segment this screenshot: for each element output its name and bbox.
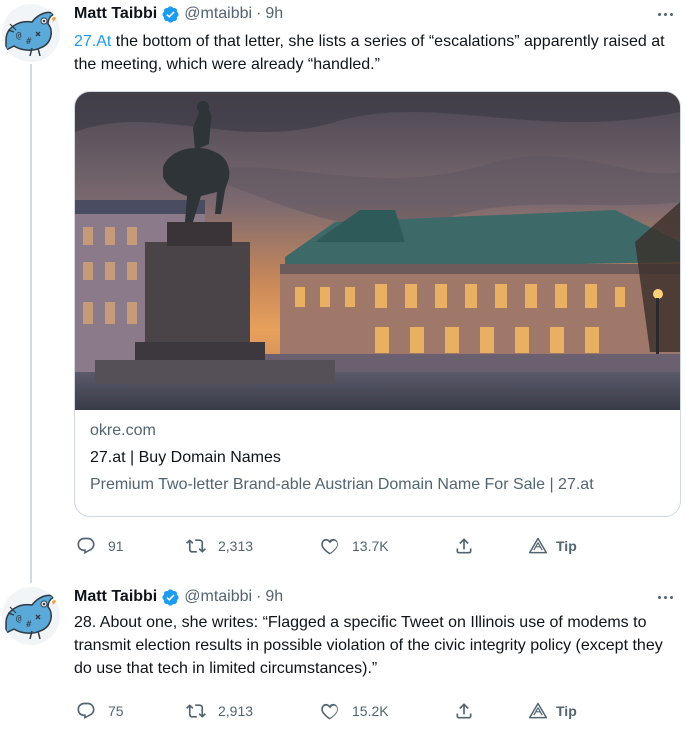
reply-icon <box>77 537 95 555</box>
more-icon[interactable] <box>653 587 677 607</box>
tweet-time[interactable]: 9h <box>265 588 283 606</box>
action-bar: 91 2,313 13.7K Tip <box>74 534 674 558</box>
thread-line <box>30 64 32 575</box>
card-title: 27.at | Buy Domain Names <box>90 449 281 466</box>
retweet-icon <box>186 539 206 553</box>
tip-button[interactable]: Tip <box>528 699 577 723</box>
tweet-link[interactable]: 27.At <box>74 33 111 50</box>
share-button[interactable] <box>454 534 474 558</box>
reply-icon <box>77 702 95 720</box>
tip-icon <box>528 537 548 554</box>
author-name[interactable]: Matt Taibbi <box>74 588 157 606</box>
card-domain: okre.com <box>90 422 156 439</box>
like-button[interactable]: 13.7K <box>320 534 389 558</box>
tweet-text-body: the bottom of that letter, she lists a s… <box>74 33 665 73</box>
reply-button[interactable]: 91 <box>76 534 124 558</box>
more-icon[interactable] <box>653 4 677 24</box>
tweet-time[interactable]: 9h <box>265 5 283 23</box>
like-button[interactable]: 15.2K <box>320 699 389 723</box>
tweet-header: Matt Taibbi @mtaibbi · 9h <box>74 586 283 608</box>
tip-label: Tip <box>556 538 577 554</box>
avatar-bird-icon[interactable] <box>2 4 60 62</box>
tweet-text: 27.At the bottom of that letter, she lis… <box>74 30 674 76</box>
share-icon <box>456 538 472 554</box>
tweet-text: 28. About one, she writes: “Flagged a sp… <box>74 614 663 677</box>
tweet[interactable]: Matt Taibbi @mtaibbi · 9h 27.At the bott… <box>0 0 685 575</box>
reply-count: 91 <box>108 538 124 554</box>
separator: · <box>256 5 262 22</box>
like-count: 15.2K <box>352 703 389 719</box>
thread-line <box>30 575 32 583</box>
action-bar: 75 2,913 15.2K Tip <box>74 699 674 723</box>
reply-count: 75 <box>108 703 124 719</box>
retweet-button[interactable]: 2,913 <box>186 699 253 723</box>
tweet-header: Matt Taibbi @mtaibbi · 9h <box>74 3 283 25</box>
card-image <box>75 92 680 410</box>
author-name[interactable]: Matt Taibbi <box>74 5 157 23</box>
author-handle[interactable]: @mtaibbi <box>184 588 252 606</box>
retweet-count: 2,913 <box>218 703 254 719</box>
avatar-bird-icon[interactable] <box>2 587 60 645</box>
card-description: Premium Two-letter Brand-able Austrian D… <box>90 476 594 493</box>
separator: · <box>256 588 262 605</box>
tweet[interactable]: Matt Taibbi @mtaibbi · 9h 28. About one,… <box>0 575 685 731</box>
link-card[interactable]: okre.com 27.at | Buy Domain Names Premiu… <box>74 91 681 517</box>
tip-button[interactable]: Tip <box>528 534 577 558</box>
share-button[interactable] <box>454 699 474 723</box>
retweet-button[interactable]: 2,313 <box>186 534 253 558</box>
like-count: 13.7K <box>352 538 389 554</box>
like-icon <box>321 538 338 555</box>
retweet-count: 2,313 <box>218 538 254 554</box>
reply-button[interactable]: 75 <box>76 699 124 723</box>
tip-icon <box>528 702 548 719</box>
verified-badge-icon <box>161 5 180 24</box>
verified-badge-icon <box>161 588 180 607</box>
tip-label: Tip <box>556 703 577 719</box>
card-meta: okre.com 27.at | Buy Domain Names Premiu… <box>90 420 670 496</box>
share-icon <box>456 703 472 719</box>
like-icon <box>321 703 338 720</box>
retweet-icon <box>186 704 206 718</box>
author-handle[interactable]: @mtaibbi <box>184 5 252 23</box>
